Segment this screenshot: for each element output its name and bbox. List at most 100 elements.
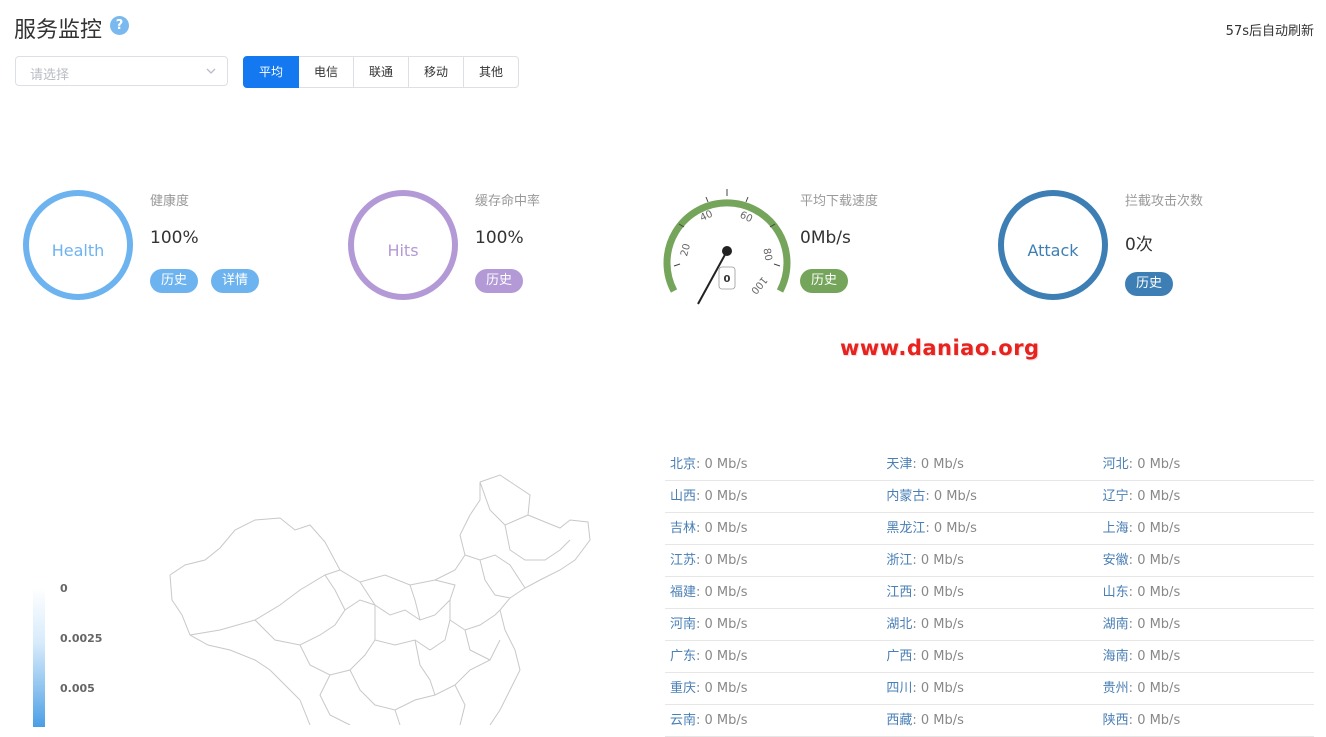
legend-label: 0.005 [60, 682, 95, 695]
health-label: 健康度 [150, 194, 190, 209]
province-cell: 黑龙江: 0 Mb/s [886, 521, 977, 536]
province-value: 0 Mb/s [704, 521, 748, 536]
speed-value: 0Mb/s [800, 228, 851, 248]
province-value: 0 Mb/s [920, 553, 964, 568]
province-speed-table: 北京: 0 Mb/s 天津: 0 Mb/s 河北: 0 Mb/s 山西: 0 M… [665, 449, 1314, 737]
province-cell: 福建: 0 Mb/s [670, 585, 748, 600]
province-cell: 四川: 0 Mb/s [886, 681, 964, 696]
province-value: 0 Mb/s [704, 617, 748, 632]
province-value: 0 Mb/s [1137, 457, 1181, 472]
province-value: 0 Mb/s [1137, 649, 1181, 664]
tab-unicom[interactable]: 联通 [354, 56, 409, 88]
province-value: 0 Mb/s [1137, 521, 1181, 536]
table-row: 广东: 0 Mb/s 广西: 0 Mb/s 海南: 0 Mb/s [665, 641, 1314, 673]
province-name: 上海 [1102, 521, 1129, 536]
province-name: 云南 [670, 713, 697, 728]
province-value: 0 Mb/s [704, 585, 748, 600]
gauge-tick-label: 80 [760, 247, 773, 261]
province-name: 广东 [670, 649, 697, 664]
health-details-button[interactable]: 详情 [211, 269, 259, 293]
province-name: 安徽 [1102, 553, 1129, 568]
table-row: 云南: 0 Mb/s 西藏: 0 Mb/s 陕西: 0 Mb/s [665, 705, 1314, 737]
province-name: 四川 [886, 681, 913, 696]
province-value: 0 Mb/s [1137, 713, 1181, 728]
health-ring-text: Health [51, 241, 105, 260]
province-value: 0 Mb/s [704, 713, 748, 728]
hits-history-button[interactable]: 历史 [475, 269, 523, 293]
table-row: 河南: 0 Mb/s 湖北: 0 Mb/s 湖南: 0 Mb/s [665, 609, 1314, 641]
speed-label: 平均下载速度 [800, 194, 879, 209]
province-value: 0 Mb/s [1137, 489, 1181, 504]
table-row: 北京: 0 Mb/s 天津: 0 Mb/s 河北: 0 Mb/s [665, 449, 1314, 481]
gauge-tick-label: 20 [679, 243, 693, 258]
legend-label: 0 [60, 582, 68, 595]
health-value: 100% [150, 228, 199, 248]
help-icon[interactable]: ? [110, 16, 129, 35]
province-cell: 河北: 0 Mb/s [1102, 457, 1181, 472]
province-name: 江苏 [670, 553, 697, 568]
province-cell: 天津: 0 Mb/s [886, 457, 964, 472]
gauge-hub [722, 246, 732, 256]
table-row: 福建: 0 Mb/s 江西: 0 Mb/s 山东: 0 Mb/s [665, 577, 1314, 609]
province-cell: 江西: 0 Mb/s [886, 585, 964, 600]
gauge-value-text: 0 [724, 274, 731, 285]
province-name: 海南 [1102, 649, 1129, 664]
gauge-tick-label: 100 [748, 274, 769, 296]
province-cell: 吉林: 0 Mb/s [670, 521, 748, 536]
province-name: 湖北 [886, 617, 913, 632]
watermark: www.daniao.org [840, 336, 1040, 360]
province-cell: 浙江: 0 Mb/s [886, 553, 964, 568]
province-value: 0 Mb/s [704, 457, 748, 472]
province-value: 0 Mb/s [920, 649, 964, 664]
province-value: 0 Mb/s [704, 489, 748, 504]
province-cell: 广东: 0 Mb/s [670, 649, 748, 664]
province-value: 0 Mb/s [933, 521, 977, 536]
province-cell: 辽宁: 0 Mb/s [1102, 489, 1181, 504]
attack-label: 拦截攻击次数 [1125, 194, 1204, 209]
hits-value: 100% [475, 228, 524, 248]
attack-value: 0次 [1125, 235, 1153, 255]
province-name: 山西 [670, 489, 697, 504]
tab-telecom[interactable]: 电信 [299, 56, 354, 88]
province-value: 0 Mb/s [704, 553, 748, 568]
select-placeholder: 请选择 [30, 68, 70, 83]
tab-average[interactable]: 平均 [243, 56, 299, 88]
province-cell: 湖北: 0 Mb/s [886, 617, 964, 632]
speed-history-button[interactable]: 历史 [800, 269, 848, 293]
province-name: 河北 [1102, 457, 1129, 472]
health-history-button[interactable]: 历史 [150, 269, 198, 293]
province-cell: 山东: 0 Mb/s [1102, 585, 1181, 600]
province-name: 广西 [886, 649, 913, 664]
province-cell: 江苏: 0 Mb/s [670, 553, 748, 568]
province-cell: 安徽: 0 Mb/s [1102, 553, 1181, 568]
attack-history-button[interactable]: 历史 [1125, 272, 1173, 296]
hits-ring: Hits [346, 188, 460, 302]
province-value: 0 Mb/s [704, 681, 748, 696]
china-map[interactable] [160, 470, 600, 725]
province-name: 吉林 [670, 521, 697, 536]
province-name: 黑龙江 [886, 521, 926, 536]
map-legend-gradient[interactable] [33, 587, 45, 727]
attack-ring-text: Attack [1027, 241, 1079, 260]
province-name: 福建 [670, 585, 697, 600]
province-value: 0 Mb/s [920, 713, 964, 728]
tab-other[interactable]: 其他 [464, 56, 519, 88]
table-row: 重庆: 0 Mb/s 四川: 0 Mb/s 贵州: 0 Mb/s [665, 673, 1314, 705]
province-name: 湖南 [1102, 617, 1129, 632]
table-row: 吉林: 0 Mb/s 黑龙江: 0 Mb/s 上海: 0 Mb/s [665, 513, 1314, 545]
line-select[interactable]: 请选择 [15, 56, 228, 86]
province-value: 0 Mb/s [920, 457, 964, 472]
province-value: 0 Mb/s [704, 649, 748, 664]
province-value: 0 Mb/s [920, 617, 964, 632]
province-name: 西藏 [886, 713, 913, 728]
province-value: 0 Mb/s [920, 681, 964, 696]
speed-gauge: 20 40 60 80 100 0 [663, 189, 791, 305]
province-name: 内蒙古 [886, 489, 926, 504]
province-value: 0 Mb/s [933, 489, 977, 504]
legend-label: 0.0025 [60, 632, 103, 645]
gauge-tick-label: 60 [738, 210, 754, 225]
tab-mobile[interactable]: 移动 [409, 56, 464, 88]
province-cell: 重庆: 0 Mb/s [670, 681, 748, 696]
province-name: 贵州 [1102, 681, 1129, 696]
province-cell: 西藏: 0 Mb/s [886, 713, 964, 728]
